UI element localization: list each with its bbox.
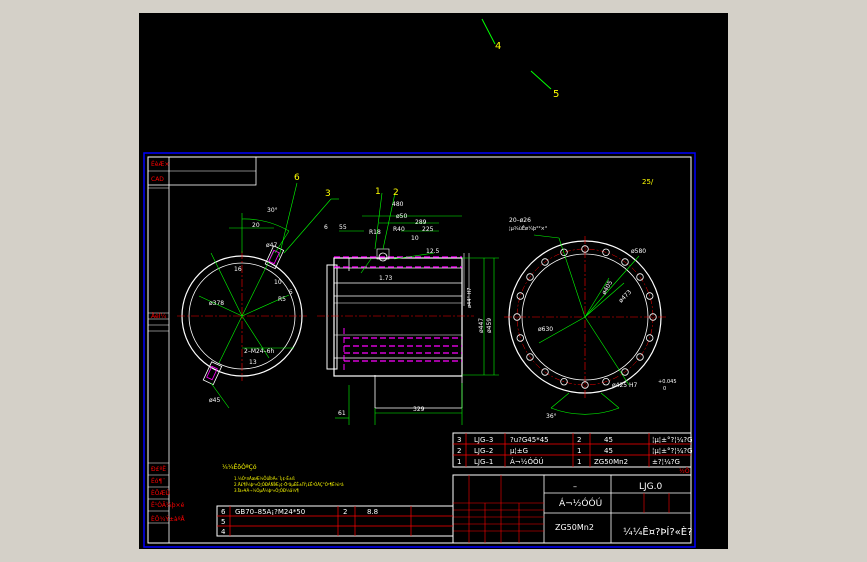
svg-text:ø630: ø630 bbox=[538, 326, 553, 333]
balloon-1: 1 bbox=[375, 187, 381, 197]
svg-text:4: 4 bbox=[221, 528, 226, 536]
cad-drawing: 4 5 ÉèÆ× CAD ÃèÍ¼ Ð£ºË Éó¶¨ ÈÕÆÚ Ê¹ÓÃ¼þ×… bbox=[139, 13, 728, 549]
svg-text:CAD: CAD bbox=[151, 176, 164, 183]
svg-text:16: 16 bbox=[234, 266, 242, 273]
svg-text:ø47: ø47 bbox=[266, 242, 277, 249]
svg-text:289: 289 bbox=[415, 219, 427, 226]
svg-text:329: 329 bbox=[413, 406, 425, 413]
svg-text:1: 1 bbox=[577, 447, 581, 455]
svg-text:LJG–2: LJG–2 bbox=[474, 447, 493, 455]
svg-text:R18: R18 bbox=[369, 229, 381, 236]
svg-text:¼¼Ê¤?ÞÍ?«È?: ¼¼Ê¤?ÞÍ?«È? bbox=[623, 525, 692, 538]
svg-text:20–ø26: 20–ø26 bbox=[509, 217, 531, 224]
svg-text:ÈÕ¾Ý±àºÅ: ÈÕ¾Ý±àºÅ bbox=[151, 515, 186, 523]
svg-text:480: 480 bbox=[392, 201, 404, 208]
svg-text:LJG–3: LJG–3 bbox=[474, 436, 493, 444]
svg-text:R5: R5 bbox=[278, 296, 286, 303]
svg-text:¼¼ÊõÒªÇó: ¼¼ÊõÒªÇó bbox=[222, 463, 257, 471]
svg-text:¦µ¦±°?¦¼?G: ¦µ¦±°?¦¼?G bbox=[652, 436, 693, 444]
svg-text:ZG50Mn2: ZG50Mn2 bbox=[555, 523, 594, 532]
svg-text:ø459: ø459 bbox=[486, 318, 493, 333]
svg-text:1: 1 bbox=[457, 458, 461, 466]
svg-text:2: 2 bbox=[343, 508, 347, 516]
svg-text:LJG.0: LJG.0 bbox=[639, 482, 663, 492]
svg-text:+0.045: +0.045 bbox=[658, 379, 677, 385]
svg-text:ø580: ø580 bbox=[631, 248, 646, 255]
svg-text:3.Ïà»¥Á¬½ÓµÄ¼þ²»Ó¦ÓÐ¼ä¼¶: 3.Ïà»¥Á¬½ÓµÄ¼þ²»Ó¦ÓÐ¼ä¼¶ bbox=[234, 488, 299, 493]
svg-text:µ¦±G: µ¦±G bbox=[510, 447, 528, 455]
svg-text:1: 1 bbox=[577, 458, 581, 466]
svg-text:¦µ¾ùÊø¼þ°²×°: ¦µ¾ùÊø¼þ°²×° bbox=[509, 224, 548, 232]
svg-text:ÈÕÆÚ: ÈÕÆÚ bbox=[151, 489, 170, 497]
svg-text:1.73: 1.73 bbox=[379, 275, 393, 282]
svg-text:ø447: ø447 bbox=[478, 318, 485, 333]
svg-text:12.5: 12.5 bbox=[426, 248, 440, 255]
svg-text:Ð£ºË: Ð£ºË bbox=[151, 466, 166, 473]
svg-text:ÉèÆ×: ÉèÆ× bbox=[151, 160, 169, 168]
svg-text:¦µ¦±°?¦¼?G: ¦µ¦±°?¦¼?G bbox=[652, 447, 693, 455]
svg-text:Ê¹ÓÃ¼þ×é: Ê¹ÓÃ¼þ×é bbox=[151, 501, 185, 509]
balloon-2: 2 bbox=[393, 188, 399, 198]
svg-text:Á¬½ÓÓÚ: Á¬½ÓÓÚ bbox=[510, 457, 544, 466]
svg-text:5: 5 bbox=[289, 289, 293, 296]
svg-text:Éó¶¨: Éó¶¨ bbox=[151, 477, 165, 485]
svg-text:Á¬½ÓÓÚ: Á¬½ÓÓÚ bbox=[559, 497, 602, 509]
svg-text:30°: 30° bbox=[267, 207, 278, 214]
svg-text:55: 55 bbox=[339, 224, 347, 231]
balloon-5: 5 bbox=[553, 89, 559, 100]
svg-text:½Ö: ½Ö bbox=[679, 468, 690, 475]
balloon-4: 4 bbox=[495, 41, 501, 52]
cad-viewport[interactable]: 4 5 ÉèÆ× CAD ÃèÍ¼ Ð£ºË Éó¶¨ ÈÕÆÚ Ê¹ÓÃ¼þ×… bbox=[139, 13, 728, 549]
svg-text:1.¼Ó¹¤ÃæÆ½ÕûÎÞÃ«´Ì¡¢·É±ß: 1.¼Ó¹¤ÃæÆ½ÕûÎÞÃ«´Ì¡¢·É±ß bbox=[234, 476, 295, 481]
svg-text:GB70–85A¡?M24*50: GB70–85A¡?M24*50 bbox=[235, 508, 305, 516]
svg-text:8.8: 8.8 bbox=[367, 508, 378, 516]
svg-text:ZG50Mn2: ZG50Mn2 bbox=[594, 458, 628, 466]
svg-text:2: 2 bbox=[457, 447, 461, 455]
svg-text:225: 225 bbox=[422, 226, 434, 233]
svg-text:45: 45 bbox=[604, 436, 613, 444]
svg-text:R40: R40 bbox=[393, 226, 405, 233]
svg-text:6: 6 bbox=[221, 508, 226, 516]
svg-text:20: 20 bbox=[252, 222, 260, 229]
svg-text:10: 10 bbox=[274, 279, 282, 286]
svg-text:2.Ä£¶Í¼þ²»Ó¦ÓÐÁÑÎÆ¡¢·Ö²ãµÈÈ±ÏÝ: 2.Ä£¶Í¼þ²»Ó¦ÓÐÁÑÎÆ¡¢·Ö²ãµÈÈ±ÏÝ¡£Ê¹ÓÃÇ°Ó²… bbox=[234, 482, 344, 487]
svg-text:ø378: ø378 bbox=[209, 300, 224, 307]
svg-text:10: 10 bbox=[411, 235, 419, 242]
balloon-3: 3 bbox=[325, 189, 331, 199]
svg-text:36°: 36° bbox=[546, 413, 557, 420]
roughness-mark: 25/ bbox=[642, 178, 654, 186]
svg-text:6: 6 bbox=[324, 224, 328, 231]
svg-text:61: 61 bbox=[338, 410, 346, 417]
svg-text:5: 5 bbox=[221, 518, 225, 526]
svg-text:45: 45 bbox=[604, 447, 613, 455]
svg-text:ø44° H7: ø44° H7 bbox=[467, 288, 473, 308]
svg-text:2–M24–6h: 2–M24–6h bbox=[244, 348, 274, 355]
svg-text:ÃèÍ¼: ÃèÍ¼ bbox=[151, 313, 166, 320]
svg-text:±?¦¼?G: ±?¦¼?G bbox=[652, 458, 680, 466]
balloon-6: 6 bbox=[294, 173, 300, 183]
svg-text:3: 3 bbox=[457, 436, 461, 444]
svg-text:ø45: ø45 bbox=[209, 397, 220, 404]
svg-text:ø50: ø50 bbox=[396, 213, 407, 220]
svg-text:–: – bbox=[573, 482, 577, 491]
svg-text:?u?G45*45: ?u?G45*45 bbox=[510, 436, 549, 444]
svg-text:13: 13 bbox=[249, 359, 257, 366]
svg-text:0: 0 bbox=[663, 386, 666, 392]
parts-list-table: 3 LJG–3 ?u?G45*45 2 45 ¦µ¦±°?¦¼?G 2 LJG–… bbox=[452, 432, 693, 468]
svg-text:2: 2 bbox=[577, 436, 581, 444]
svg-text:LJG–1: LJG–1 bbox=[474, 458, 493, 466]
svg-text:ø425 H7: ø425 H7 bbox=[612, 382, 638, 389]
